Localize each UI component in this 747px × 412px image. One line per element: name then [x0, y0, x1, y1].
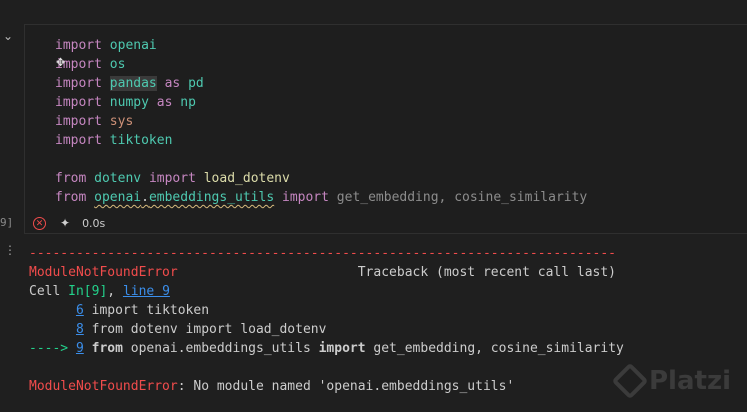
token: pd [188, 76, 204, 91]
token: get_embedding, cosine_similarity [365, 341, 624, 356]
error-circle-icon: ✕ [33, 216, 46, 230]
code-editor[interactable]: import openai import os import pandas as p… [55, 36, 587, 207]
code-line: import openai [55, 36, 587, 55]
platzi-logo-icon [611, 362, 649, 400]
token: , [107, 284, 123, 299]
token: openai.embeddings_utils [122, 341, 319, 356]
output-menu-icon[interactable]: ⋮ [4, 244, 16, 256]
token: openai [94, 190, 142, 205]
token: ----------------------------------------… [29, 246, 616, 261]
chevron-down-icon[interactable]: ⌄ [3, 30, 19, 42]
token: numpy [109, 95, 149, 110]
output-line: ModuleNotFoundError Traceback (most rece… [29, 263, 624, 282]
token: import [148, 171, 196, 186]
code-line: import pandas as pd [55, 74, 587, 93]
token: import [55, 38, 102, 53]
token: os [109, 57, 126, 72]
traceback-link[interactable]: 8 [76, 322, 84, 337]
code-line: import numpy as np [55, 93, 587, 112]
token: from [55, 171, 87, 186]
token: as [164, 76, 181, 91]
cell-status-bar: ✕ ✦ 0.0s [33, 213, 105, 233]
output-line: ----> 9 from openai.embeddings_utils imp… [29, 339, 624, 358]
execution-duration: 0.0s [82, 216, 106, 230]
token: ----> [29, 341, 76, 356]
execution-count: 9] [0, 216, 14, 229]
token: from dotenv import load_dotenv [83, 322, 327, 337]
token: import [318, 341, 366, 356]
output-line: ModuleNotFoundError: No module named 'op… [29, 377, 624, 396]
token: In[9] [68, 284, 108, 299]
watermark-text: Platzi [649, 366, 731, 396]
token: Cell [29, 284, 69, 299]
output-line: 6 import tiktoken [29, 301, 624, 320]
token: pandas [109, 76, 157, 91]
code-line: import sys [55, 112, 587, 131]
platzi-watermark: Platzi [611, 362, 731, 400]
output-line: Cell In[9], line 9 [29, 282, 624, 301]
token: from [91, 341, 123, 356]
notebook-view: ⌄ 9] import openai import os import pandas… [0, 0, 747, 412]
token: from [55, 190, 87, 205]
code-line: import tiktoken [55, 131, 587, 150]
token: as [156, 95, 173, 110]
code-line: import os [55, 55, 587, 74]
token: dotenv [94, 171, 142, 186]
code-line: from dotenv import load_dotenv [55, 169, 587, 188]
token: import tiktoken [83, 303, 210, 318]
output-line: 8 from dotenv import load_dotenv [29, 320, 624, 339]
traceback-link[interactable]: line 9 [123, 284, 170, 299]
token: openai [109, 38, 157, 53]
token: tiktoken [109, 133, 173, 148]
token: Traceback (most recent call last) [177, 265, 617, 280]
traceback-link[interactable]: 6 [76, 303, 84, 318]
code-line: from openai.embeddings_utils import get_… [55, 188, 587, 207]
token: embeddings_utils [148, 190, 275, 205]
token: import [55, 76, 102, 91]
token: import [282, 190, 329, 205]
token: : No module named 'openai.embeddings_uti… [177, 379, 515, 394]
token: sys [109, 114, 134, 129]
sparkle-icon[interactable]: ✦ [60, 216, 70, 230]
token: . [141, 190, 149, 205]
token: ModuleNotFoundError [29, 265, 178, 280]
token: np [180, 95, 196, 110]
token: get_embedding, cosine_similarity [328, 190, 588, 205]
token: ModuleNotFoundError [29, 379, 178, 394]
token: import [55, 95, 102, 110]
output-line: ----------------------------------------… [29, 244, 624, 263]
token: import [55, 133, 102, 148]
traceback-link[interactable]: 9 [76, 341, 84, 356]
token: import [55, 114, 102, 129]
mouse-cursor-icon: ✥ [56, 56, 66, 69]
cell-output: ----------------------------------------… [29, 244, 624, 396]
token: load_dotenv [203, 171, 290, 186]
